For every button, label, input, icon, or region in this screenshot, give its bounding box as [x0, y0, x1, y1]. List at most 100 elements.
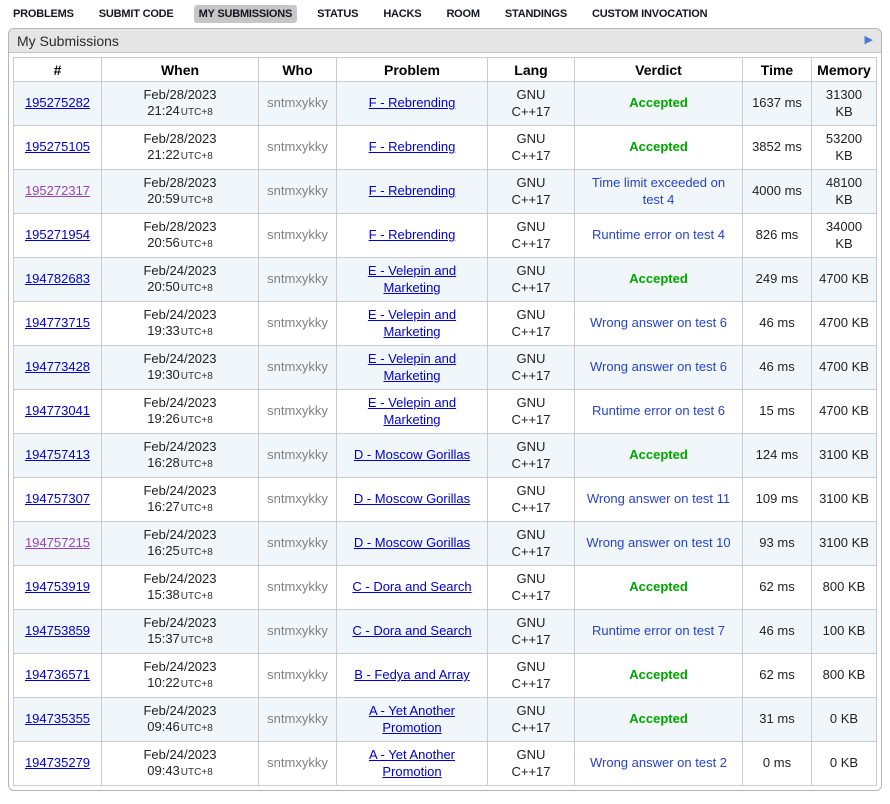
problem-link[interactable]: A - Yet Another Promotion: [369, 703, 455, 734]
author-link[interactable]: sntmxykky: [267, 359, 328, 374]
cell-verdict: Accepted: [575, 698, 743, 742]
author-link[interactable]: sntmxykky: [267, 403, 328, 418]
submission-time: 20:59UTC+8: [106, 191, 254, 208]
author-link[interactable]: sntmxykky: [267, 535, 328, 550]
author-link[interactable]: sntmxykky: [267, 755, 328, 770]
submission-date: Feb/24/2023: [106, 615, 254, 631]
cell-submission-id: 194773715: [14, 302, 102, 346]
cell-problem: D - Moscow Gorillas: [337, 478, 488, 522]
submission-id-link[interactable]: 194736571: [25, 667, 90, 682]
author-link[interactable]: sntmxykky: [267, 315, 328, 330]
cell-when: Feb/28/202320:56UTC+8: [102, 214, 259, 258]
timezone-label: UTC+8: [181, 107, 213, 118]
submission-id-link[interactable]: 195275282: [25, 95, 90, 110]
author-link[interactable]: sntmxykky: [267, 579, 328, 594]
submission-date: Feb/24/2023: [106, 747, 254, 763]
timezone-label: UTC+8: [181, 195, 213, 206]
submission-row: 195275282Feb/28/202321:24UTC+8sntmxykkyF…: [14, 82, 877, 126]
cell-problem: E - Velepin and Marketing: [337, 258, 488, 302]
problem-link[interactable]: C - Dora and Search: [352, 623, 471, 638]
cell-who: sntmxykky: [259, 302, 337, 346]
problem-link[interactable]: E - Velepin and Marketing: [368, 263, 456, 294]
submission-id-link[interactable]: 194753859: [25, 623, 90, 638]
submission-id-link[interactable]: 194773715: [25, 315, 90, 330]
cell-who: sntmxykky: [259, 698, 337, 742]
submission-id-link[interactable]: 194757307: [25, 491, 90, 506]
problem-link[interactable]: D - Moscow Gorillas: [354, 535, 470, 550]
cell-verdict: Runtime error on test 7: [575, 610, 743, 654]
cell-exec-time: 124 ms: [743, 434, 812, 478]
problem-link[interactable]: D - Moscow Gorillas: [354, 447, 470, 462]
problem-link[interactable]: E - Velepin and Marketing: [368, 307, 456, 338]
problem-link[interactable]: E - Velepin and Marketing: [368, 395, 456, 426]
submission-time: 20:50UTC+8: [106, 279, 254, 296]
problem-link[interactable]: F - Rebrending: [369, 227, 456, 242]
timezone-label: UTC+8: [181, 635, 213, 646]
timezone-label: UTC+8: [181, 371, 213, 382]
nav-tab-hacks[interactable]: HACKS: [378, 5, 426, 23]
nav-tab-status[interactable]: STATUS: [312, 5, 363, 23]
cell-exec-time: 46 ms: [743, 610, 812, 654]
submission-id-link[interactable]: 194757413: [25, 447, 90, 462]
problem-link[interactable]: F - Rebrending: [369, 95, 456, 110]
cell-who: sntmxykky: [259, 742, 337, 786]
author-link[interactable]: sntmxykky: [267, 667, 328, 682]
nav-tab-problems[interactable]: PROBLEMS: [8, 5, 79, 23]
author-link[interactable]: sntmxykky: [267, 183, 328, 198]
cell-submission-id: 195275282: [14, 82, 102, 126]
cell-verdict: Accepted: [575, 82, 743, 126]
author-link[interactable]: sntmxykky: [267, 227, 328, 242]
problem-link[interactable]: F - Rebrending: [369, 183, 456, 198]
submission-id-link[interactable]: 194735279: [25, 755, 90, 770]
cell-verdict: Accepted: [575, 654, 743, 698]
author-link[interactable]: sntmxykky: [267, 447, 328, 462]
author-link[interactable]: sntmxykky: [267, 271, 328, 286]
nav-tab-room[interactable]: ROOM: [441, 5, 484, 23]
nav-tab-submit-code[interactable]: SUBMIT CODE: [94, 5, 179, 23]
cell-problem: D - Moscow Gorillas: [337, 522, 488, 566]
cell-when: Feb/24/202316:28UTC+8: [102, 434, 259, 478]
submission-id-link[interactable]: 195272317: [25, 183, 90, 198]
problem-link[interactable]: D - Moscow Gorillas: [354, 491, 470, 506]
problem-link[interactable]: A - Yet Another Promotion: [369, 747, 455, 778]
submission-id-link[interactable]: 194753919: [25, 579, 90, 594]
cell-lang: GNU C++17: [488, 478, 575, 522]
problem-link[interactable]: C - Dora and Search: [352, 579, 471, 594]
nav-tab-my-submissions[interactable]: MY SUBMISSIONS: [194, 5, 298, 23]
nav-tab-standings[interactable]: STANDINGS: [500, 5, 572, 23]
author-link[interactable]: sntmxykky: [267, 491, 328, 506]
problem-link[interactable]: E - Velepin and Marketing: [368, 351, 456, 382]
timezone-label: UTC+8: [181, 239, 213, 250]
cell-verdict: Runtime error on test 6: [575, 390, 743, 434]
submission-row: 194757307Feb/24/202316:27UTC+8sntmxykkyD…: [14, 478, 877, 522]
submission-date: Feb/24/2023: [106, 527, 254, 543]
cell-when: Feb/24/202319:26UTC+8: [102, 390, 259, 434]
nav-tab-custom-invocation[interactable]: CUSTOM INVOCATION: [587, 5, 712, 23]
submission-id-link[interactable]: 194757215: [25, 535, 90, 550]
submissions-panel: My Submissions ▶ #WhenWhoProblemLangVerd…: [8, 28, 882, 791]
submission-id-link[interactable]: 194773428: [25, 359, 90, 374]
panel-title: My Submissions: [17, 33, 119, 49]
cell-verdict: Wrong answer on test 6: [575, 302, 743, 346]
cell-memory: 800 KB: [812, 566, 877, 610]
submission-id-link[interactable]: 194735355: [25, 711, 90, 726]
author-link[interactable]: sntmxykky: [267, 139, 328, 154]
submission-time: 20:56UTC+8: [106, 235, 254, 252]
submission-row: 195272317Feb/28/202320:59UTC+8sntmxykkyF…: [14, 170, 877, 214]
author-link[interactable]: sntmxykky: [267, 95, 328, 110]
submission-time: 15:38UTC+8: [106, 587, 254, 604]
expand-arrow-icon[interactable]: ▶: [865, 35, 873, 46]
problem-link[interactable]: F - Rebrending: [369, 139, 456, 154]
submission-time: 16:25UTC+8: [106, 543, 254, 560]
submission-row: 194735355Feb/24/202309:46UTC+8sntmxykkyA…: [14, 698, 877, 742]
header-row: #WhenWhoProblemLangVerdictTimeMemory: [14, 58, 877, 82]
author-link[interactable]: sntmxykky: [267, 623, 328, 638]
submission-id-link[interactable]: 195271954: [25, 227, 90, 242]
verdict-text: Accepted: [629, 271, 688, 286]
submission-id-link[interactable]: 194782683: [25, 271, 90, 286]
author-link[interactable]: sntmxykky: [267, 711, 328, 726]
cell-verdict: Wrong answer on test 6: [575, 346, 743, 390]
problem-link[interactable]: B - Fedya and Array: [354, 667, 470, 682]
submission-id-link[interactable]: 195275105: [25, 139, 90, 154]
submission-id-link[interactable]: 194773041: [25, 403, 90, 418]
